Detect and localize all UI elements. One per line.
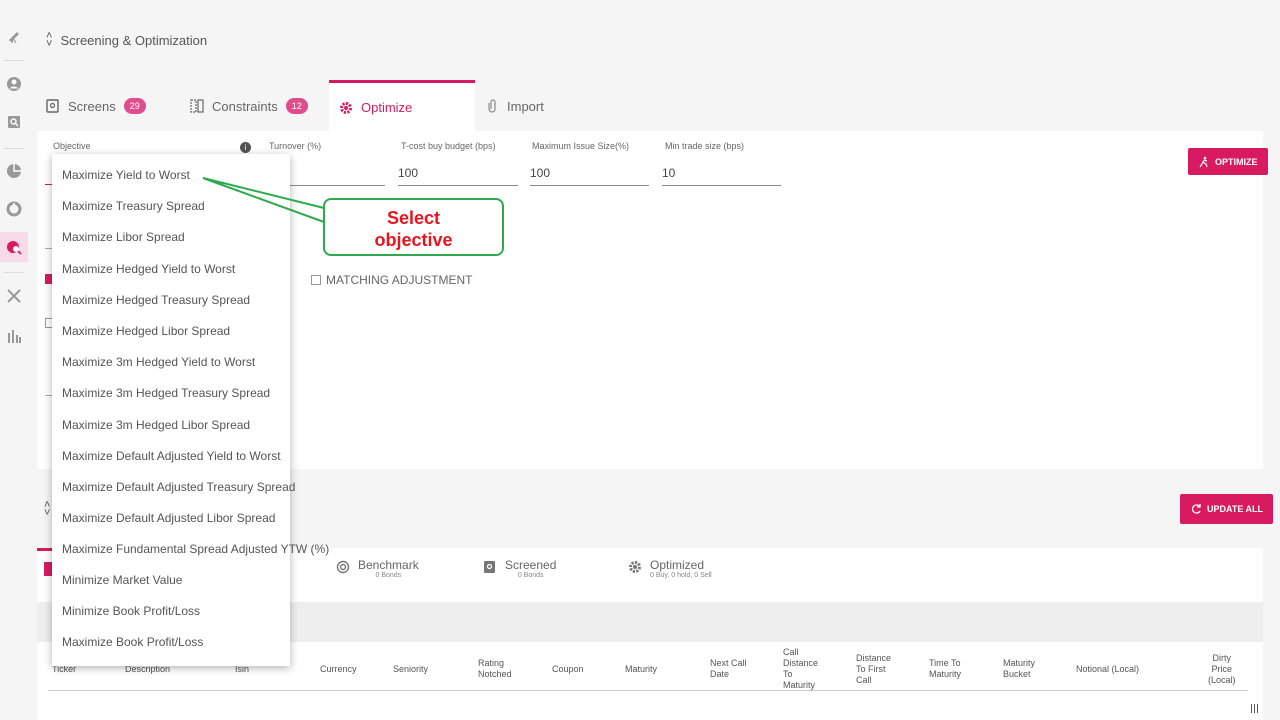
dropdown-option[interactable]: Maximize Yield to Worst <box>62 168 190 182</box>
search-doc-icon[interactable] <box>6 114 22 130</box>
telescope-icon[interactable] <box>6 28 22 44</box>
subtab-optimized[interactable]: Optimized 0 Buy, 0 hold, 0 Sell <box>628 558 712 579</box>
running-icon <box>1199 156 1208 167</box>
dropdown-option[interactable]: Maximize Default Adjusted Libor Spread <box>62 511 275 525</box>
dropdown-option[interactable]: Maximize 3m Hedged Treasury Spread <box>62 386 270 400</box>
section-header[interactable]: ˄ ˅ Screening & Optimization <box>46 31 208 50</box>
tcost-input[interactable]: 100 <box>398 162 518 186</box>
donut-chart-icon[interactable] <box>6 201 22 217</box>
col-rating-notched[interactable]: Rating Notched <box>478 658 512 680</box>
dropdown-option[interactable]: Maximize Treasury Spread <box>62 199 205 213</box>
collapse-icon[interactable]: ˄ ˅ <box>46 31 52 50</box>
tcost-label: T-cost buy budget (bps) <box>401 141 496 151</box>
col-time-to-maturity[interactable]: Time To Maturity <box>929 658 961 680</box>
dropdown-option[interactable]: Maximize Hedged Yield to Worst <box>62 262 235 276</box>
active-subtab-indicator <box>37 548 53 551</box>
gear-icon <box>340 101 352 114</box>
optimize-nav-item[interactable] <box>0 232 28 262</box>
col-maturity[interactable]: Maturity <box>625 664 657 675</box>
paperclip-icon <box>488 99 496 113</box>
subtab-screened[interactable]: Screened 0 Bonds <box>483 558 556 579</box>
tab-screens[interactable]: Screens 29 <box>46 80 146 132</box>
col-maturity-bucket[interactable]: Maturity Bucket <box>1003 658 1035 680</box>
target-icon <box>336 560 350 574</box>
left-nav-rail <box>0 0 28 720</box>
update-all-button[interactable]: UPDATE ALL <box>1180 494 1273 524</box>
col-dirty-price[interactable]: Dirty Price (Local) <box>1208 653 1236 686</box>
col-seniority[interactable]: Seniority <box>393 664 428 675</box>
search-doc-icon <box>484 561 495 573</box>
min-trade-label: Min trade size (bps) <box>665 141 745 151</box>
matching-adjustment-label: MATCHING ADJUSTMENT <box>326 273 473 287</box>
dropdown-option[interactable]: Maximize Default Adjusted Treasury Sprea… <box>62 480 295 494</box>
dropdown-option[interactable]: Maximize Hedged Libor Spread <box>62 324 230 338</box>
tools-icon[interactable] <box>6 288 22 304</box>
col-currency[interactable]: Currency <box>320 664 357 675</box>
bar-chart-icon[interactable] <box>6 328 22 344</box>
dropdown-option[interactable]: Maximize Hedged Treasury Spread <box>62 293 250 307</box>
dropdown-option[interactable]: Minimize Market Value <box>62 573 182 587</box>
col-call-distance[interactable]: Call Distance To Maturity <box>783 647 818 691</box>
dropdown-option[interactable]: Maximize 3m Hedged Yield to Worst <box>62 355 255 369</box>
dropdown-option[interactable]: Maximize Book Profit/Loss <box>62 635 203 649</box>
refresh-icon <box>1191 504 1201 514</box>
callout-pointer <box>202 177 325 223</box>
min-trade-input[interactable]: 10 <box>662 162 781 186</box>
tab-import[interactable]: Import <box>485 80 544 132</box>
max-issue-label: Maximum Issue Size(%) <box>532 141 630 151</box>
dropdown-option[interactable]: Maximize Libor Spread <box>62 230 185 244</box>
max-issue-input[interactable]: 100 <box>530 162 649 186</box>
table-header-divider <box>48 690 1248 691</box>
search-doc-icon <box>46 99 59 113</box>
dropdown-option[interactable]: Minimize Book Profit/Loss <box>62 604 200 618</box>
col-coupon[interactable]: Coupon <box>552 664 584 675</box>
columns-icon <box>190 99 204 113</box>
pie-chart-icon[interactable] <box>6 163 22 179</box>
screens-count-badge: 29 <box>123 98 146 114</box>
constraints-count-badge: 12 <box>285 98 308 114</box>
tab-optimize[interactable]: Optimize <box>329 80 475 132</box>
matching-adjustment-checkbox[interactable] <box>311 275 321 285</box>
col-next-call-date[interactable]: Next Call Date <box>710 658 747 680</box>
optimize-button[interactable]: OPTIMIZE <box>1188 148 1268 175</box>
subtab-benchmark[interactable]: Benchmark 0 Bonds <box>336 558 419 579</box>
collapse-icon[interactable]: ˄ ˅ <box>44 500 50 519</box>
tab-constraints[interactable]: Constraints 12 <box>190 80 308 132</box>
objective-label: Objective <box>53 141 91 151</box>
gear-icon <box>629 561 641 573</box>
grid-handle-icon[interactable] <box>1251 704 1260 713</box>
dropdown-option[interactable]: Maximize 3m Hedged Libor Spread <box>62 418 250 432</box>
info-icon[interactable]: i <box>240 142 251 153</box>
select-objective-callout: Select objective <box>323 198 504 256</box>
dropdown-option[interactable]: Maximize Fundamental Spread Adjusted YTW… <box>62 542 329 556</box>
turnover-label: Turnover (%) <box>269 141 322 151</box>
col-notional[interactable]: Notional (Local) <box>1076 664 1139 675</box>
dropdown-option[interactable]: Maximize Default Adjusted Yield to Worst <box>62 449 281 463</box>
user-icon[interactable] <box>6 76 22 92</box>
col-distance-first-call[interactable]: Distance To First Call <box>856 653 891 686</box>
page-title: Screening & Optimization <box>60 32 208 48</box>
